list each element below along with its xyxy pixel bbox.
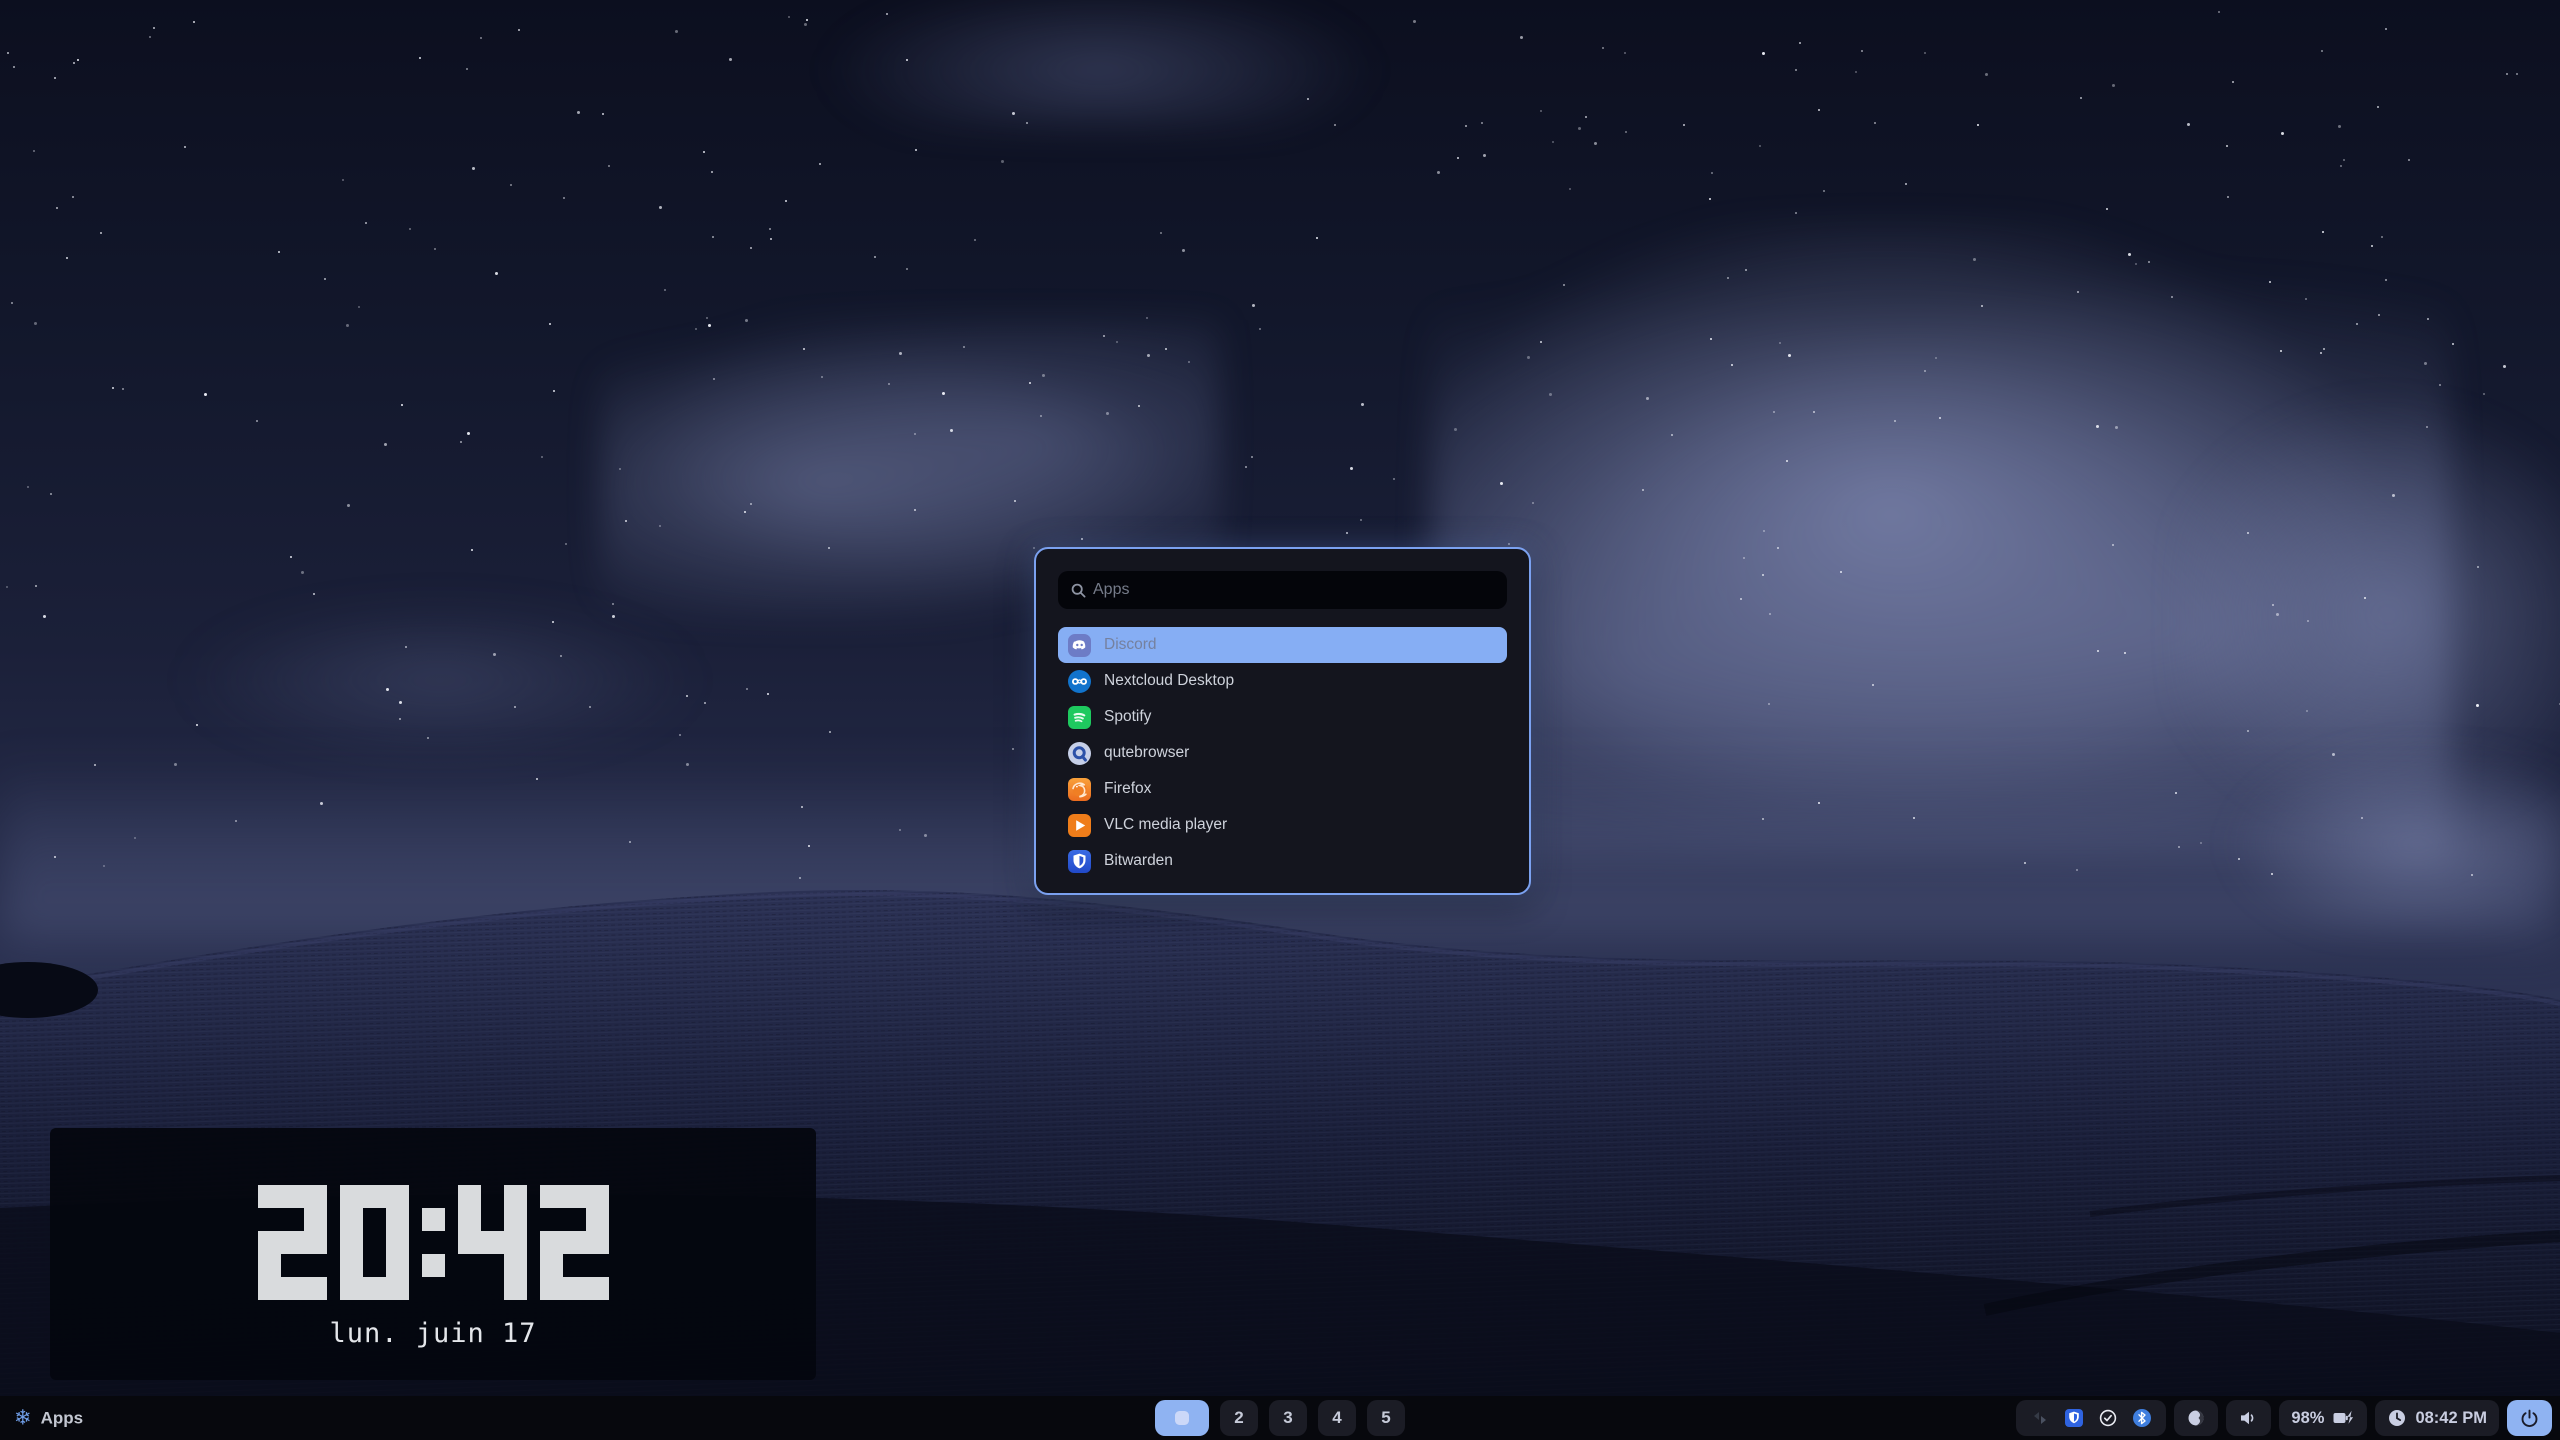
clock-icon	[2387, 1408, 2407, 1428]
clock-widget-date: lun. juin 17	[50, 1318, 816, 1349]
bluetooth-icon[interactable]	[2132, 1408, 2152, 1428]
workspace-4[interactable]: 4	[1318, 1400, 1356, 1436]
speaker-icon	[2238, 1408, 2259, 1428]
app-label: Spotify	[1104, 708, 1151, 726]
sync-arrows-icon[interactable]	[2030, 1408, 2050, 1428]
vlc-icon	[1067, 813, 1092, 838]
app-label: Bitwarden	[1104, 852, 1173, 870]
apps-menu-label: Apps	[41, 1408, 84, 1428]
app-row-bitwarden[interactable]: Bitwarden	[1058, 843, 1507, 879]
workspace-1[interactable]	[1155, 1400, 1209, 1436]
clock-widget: lun. juin 17	[50, 1128, 816, 1380]
digital-clock-time	[50, 1185, 816, 1300]
app-row-firefox[interactable]: Firefox	[1058, 771, 1507, 807]
app-row-vlc[interactable]: VLC media player	[1058, 807, 1507, 843]
battery-indicator[interactable]: 98%	[2279, 1400, 2367, 1436]
workspace-label: 2	[1234, 1408, 1243, 1428]
power-icon	[2519, 1408, 2540, 1429]
app-row-spotify[interactable]: Spotify	[1058, 699, 1507, 735]
app-row-nextcloud[interactable]: Nextcloud Desktop	[1058, 663, 1507, 699]
search-input[interactable]: Apps	[1058, 571, 1507, 609]
app-row-discord[interactable]: Discord	[1058, 627, 1507, 663]
taskbar-clock[interactable]: 08:42 PM	[2375, 1400, 2499, 1436]
check-circle-icon[interactable]	[2098, 1408, 2118, 1428]
workspace-label: 4	[1332, 1408, 1341, 1428]
moon-icon	[2186, 1408, 2206, 1428]
workspace-2[interactable]: 2	[1220, 1400, 1258, 1436]
volume-control[interactable]	[2226, 1400, 2271, 1436]
battery-charging-icon	[2332, 1408, 2355, 1428]
power-button[interactable]	[2507, 1400, 2552, 1436]
taskbar-time: 08:42 PM	[2415, 1409, 2487, 1428]
app-launcher: Apps Discord Nextcloud Desktop Spotify qute…	[1034, 547, 1531, 895]
system-tray	[2016, 1400, 2166, 1436]
apps-menu-button[interactable]: ❄ Apps	[14, 1408, 83, 1429]
discord-icon	[1067, 633, 1092, 658]
bitwarden-shield-icon[interactable]	[2064, 1408, 2084, 1428]
firefox-icon	[1067, 777, 1092, 802]
active-workspace-indicator	[1175, 1411, 1189, 1425]
status-modules: 98% 08:42 PM	[2016, 1400, 2552, 1436]
app-label: qutebrowser	[1104, 744, 1189, 762]
app-label: Discord	[1104, 636, 1157, 654]
taskbar: ❄ Apps 2 3 4 5	[0, 1396, 2560, 1440]
workspace-label: 5	[1381, 1408, 1390, 1428]
workspace-3[interactable]: 3	[1269, 1400, 1307, 1436]
night-light-toggle[interactable]	[2174, 1400, 2218, 1436]
spotify-icon	[1067, 705, 1092, 730]
workspace-5[interactable]: 5	[1367, 1400, 1405, 1436]
search-placeholder: Apps	[1093, 581, 1129, 599]
qutebrowser-icon	[1067, 741, 1092, 766]
workspace-label: 3	[1283, 1408, 1292, 1428]
nextcloud-icon	[1067, 669, 1092, 694]
app-label: Nextcloud Desktop	[1104, 672, 1234, 690]
app-row-qutebrowser[interactable]: qutebrowser	[1058, 735, 1507, 771]
battery-percent: 98%	[2291, 1409, 2324, 1428]
search-icon	[1070, 582, 1087, 599]
workspace-switcher: 2 3 4 5	[1155, 1400, 1405, 1436]
snowflake-icon: ❄	[14, 1408, 32, 1429]
app-label: Firefox	[1104, 780, 1151, 798]
desktop: lun. juin 17 Apps Discord Nextcloud Deskt…	[0, 0, 2560, 1440]
bitwarden-icon	[1067, 849, 1092, 874]
app-list: Discord Nextcloud Desktop Spotify qutebrows…	[1058, 627, 1507, 879]
app-label: VLC media player	[1104, 816, 1227, 834]
